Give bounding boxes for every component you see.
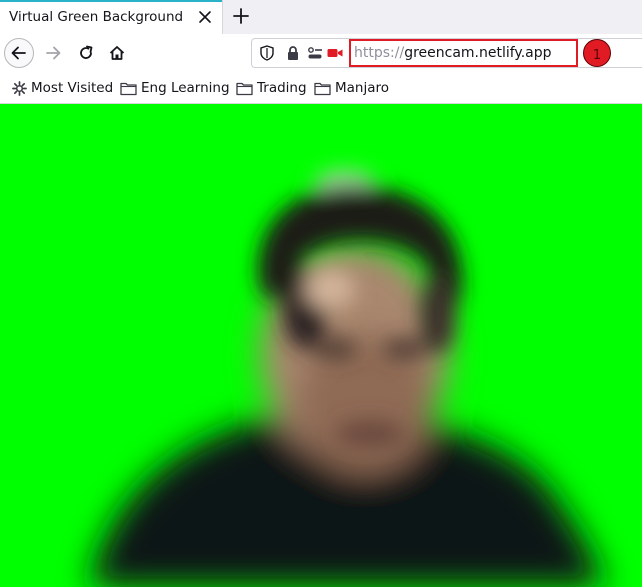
tab-title: Virtual Green Background bbox=[9, 9, 184, 25]
forward-button[interactable] bbox=[38, 38, 68, 68]
bookmark-label: Eng Learning bbox=[141, 80, 230, 96]
close-tab-icon[interactable] bbox=[196, 8, 214, 26]
bookmark-most-visited[interactable]: Most Visited bbox=[12, 79, 113, 97]
reload-button[interactable] bbox=[71, 38, 101, 68]
permissions-icon[interactable] bbox=[307, 45, 323, 65]
url-host: greencam.netlify.app bbox=[404, 45, 552, 61]
bookmark-label: Trading bbox=[257, 80, 307, 96]
annotation-badge: 1 bbox=[583, 39, 611, 67]
active-tab[interactable]: Virtual Green Background bbox=[0, 0, 222, 34]
home-button[interactable] bbox=[102, 38, 132, 68]
bookmark-manjaro[interactable]: Manjaro bbox=[314, 79, 389, 97]
forward-arrow-icon bbox=[46, 46, 61, 60]
blurred-person-image bbox=[90, 170, 605, 587]
url-scheme: https:// bbox=[354, 45, 405, 61]
gear-icon bbox=[12, 80, 27, 96]
folder-icon bbox=[314, 82, 331, 95]
bookmark-label: Manjaro bbox=[335, 80, 390, 96]
folder-icon bbox=[236, 82, 253, 95]
shield-icon[interactable] bbox=[260, 45, 274, 65]
home-icon bbox=[109, 46, 125, 60]
bookmark-label: Most Visited bbox=[31, 80, 114, 96]
reload-icon bbox=[80, 45, 93, 59]
bookmark-eng-learning[interactable]: Eng Learning bbox=[120, 79, 230, 97]
back-button[interactable] bbox=[4, 38, 34, 68]
navigation-toolbar: https://greencam.netlify.app bbox=[0, 34, 642, 73]
url-text[interactable]: https://greencam.netlify.app bbox=[349, 39, 578, 67]
tab-accent bbox=[0, 0, 222, 2]
lock-icon[interactable] bbox=[286, 45, 300, 65]
back-arrow-icon bbox=[11, 46, 26, 60]
folder-icon bbox=[120, 82, 137, 95]
tab-strip: Virtual Green Background bbox=[0, 0, 642, 34]
bookmarks-toolbar: Most Visited Eng Learning Trading Manjar… bbox=[0, 73, 642, 104]
bookmark-trading[interactable]: Trading bbox=[236, 79, 307, 97]
camera-icon[interactable] bbox=[327, 45, 343, 65]
new-tab-plus-icon[interactable] bbox=[231, 6, 251, 26]
webcam-video-feed bbox=[0, 104, 642, 587]
